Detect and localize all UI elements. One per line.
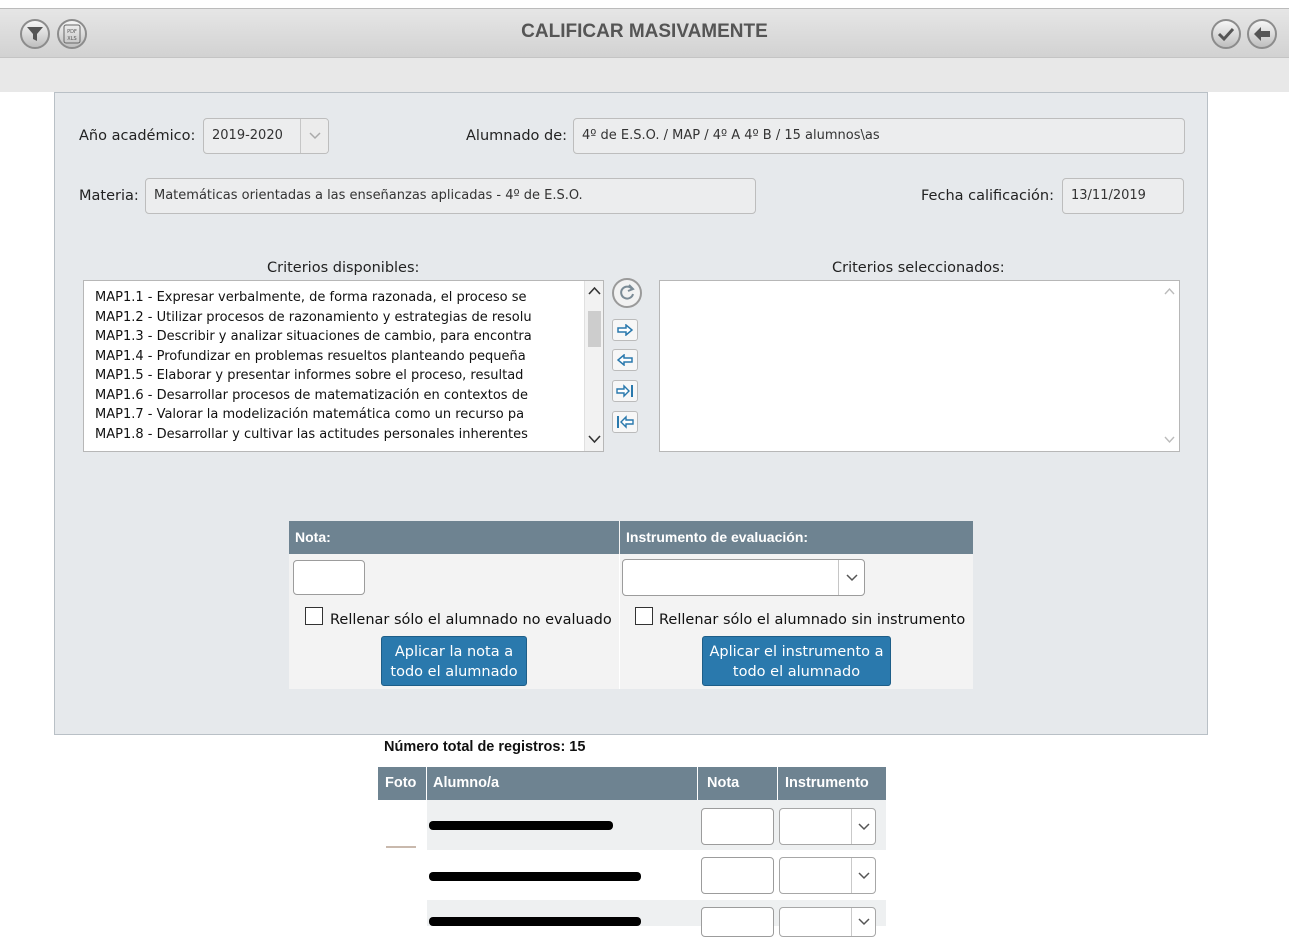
selected-criteria-list[interactable]	[659, 280, 1180, 452]
chevron-down-icon	[851, 809, 875, 844]
students-field: 4º de E.S.O. / MAP / 4º A 4º B / 15 alum…	[573, 118, 1185, 154]
page-title: CALIFICAR MASIVAMENTE	[521, 21, 768, 42]
column-header-photo[interactable]: Foto	[378, 767, 427, 800]
refresh-button[interactable]	[612, 278, 642, 308]
scroll-thumb[interactable]	[588, 311, 601, 347]
students-label: Alumnado de:	[466, 128, 568, 144]
grade-header: Nota:	[289, 521, 619, 554]
instrument-select[interactable]	[779, 857, 876, 894]
grade-input[interactable]	[701, 907, 774, 937]
move-all-right-button[interactable]	[612, 380, 638, 402]
arrow-all-left-icon	[617, 415, 634, 429]
grade-input[interactable]	[701, 808, 774, 845]
redacted-student-name	[429, 872, 641, 881]
scroll-up-icon	[1164, 287, 1175, 295]
toolbar-spacer	[0, 58, 1289, 92]
scroll-down-icon	[1164, 436, 1175, 444]
instrument-select[interactable]	[779, 907, 876, 937]
instrument-select[interactable]	[779, 808, 876, 845]
criteria-list-item[interactable]: MAP1.1 - Expresar verbalmente, de forma …	[84, 288, 603, 308]
instrument-header: Instrumento de evaluación:	[620, 521, 973, 554]
date-label: Fecha calificación:	[921, 188, 1054, 204]
criteria-list-item[interactable]: MAP1.7 - Valorar la modelización matemát…	[84, 405, 603, 425]
redacted-student-name	[429, 917, 641, 926]
criteria-list-item[interactable]: MAP1.8 - Desarrollar y cultivar las acti…	[84, 425, 603, 445]
fill-no-instrument-checkbox[interactable]	[635, 607, 653, 625]
arrow-all-right-icon	[616, 384, 633, 398]
apply-instrument-button[interactable]: Aplicar el instrumento a todo el alumnad…	[702, 636, 891, 686]
chevron-down-icon	[300, 119, 328, 153]
selected-criteria-label: Criterios seleccionados:	[832, 260, 1005, 276]
column-header-student[interactable]: Alumno/a	[427, 767, 698, 800]
redacted-student-name	[429, 821, 613, 830]
criteria-list-item[interactable]: MAP1.2 - Utilizar procesos de razonamien…	[84, 308, 603, 328]
column-header-instrument[interactable]: Instrumento	[778, 767, 886, 800]
available-criteria-scrollbar[interactable]	[584, 281, 603, 451]
accept-button[interactable]	[1211, 19, 1241, 49]
available-criteria-items: MAP1.1 - Expresar verbalmente, de forma …	[84, 281, 603, 444]
check-icon	[1217, 27, 1235, 42]
scroll-up-icon	[588, 286, 601, 295]
criteria-list-item[interactable]: MAP1.3 - Describir y analizar situacione…	[84, 327, 603, 347]
year-value: 2019-2020	[212, 128, 283, 143]
chevron-down-icon	[851, 908, 875, 936]
arrow-right-icon	[617, 324, 633, 336]
move-all-left-button[interactable]	[612, 411, 638, 433]
grade-input[interactable]	[701, 857, 774, 894]
scroll-down-icon	[588, 435, 601, 444]
subject-label: Materia:	[79, 188, 139, 204]
back-arrow-icon	[1254, 27, 1270, 41]
bulk-instrument-select[interactable]	[622, 559, 865, 596]
fill-no-instrument-label: Rellenar sólo el alumnado sin instrument…	[659, 612, 966, 628]
chevron-down-icon	[851, 858, 875, 893]
available-criteria-label: Criterios disponibles:	[267, 260, 420, 276]
column-header-grade[interactable]: Nota	[698, 767, 778, 800]
subject-field: Matemáticas orientadas a las enseñanzas …	[145, 178, 756, 214]
arrow-left-icon	[617, 354, 633, 366]
bulk-grading-form: Nota: Instrumento de evaluación: Rellena…	[289, 521, 973, 689]
criteria-list-item[interactable]: MAP1.4 - Profundizar en problemas resuel…	[84, 347, 603, 367]
available-criteria-list[interactable]: MAP1.1 - Expresar verbalmente, de forma …	[83, 280, 604, 452]
chevron-down-icon	[838, 560, 864, 595]
selected-criteria-scrollbar[interactable]	[1160, 281, 1179, 451]
table-row	[378, 900, 886, 937]
refresh-icon	[620, 284, 635, 300]
year-label: Año académico:	[79, 128, 196, 144]
top-toolbar: PDF XLS CALIFICAR MASIVAMENTE	[0, 8, 1289, 58]
bulk-grade-input[interactable]	[293, 560, 365, 595]
year-select[interactable]: 2019-2020	[203, 118, 329, 154]
date-field[interactable]: 13/11/2019	[1062, 178, 1184, 214]
back-button[interactable]	[1247, 19, 1277, 49]
total-records: Número total de registros: 15	[384, 739, 586, 755]
fill-unrated-label: Rellenar sólo el alumnado no evaluado	[330, 612, 612, 628]
table-row	[378, 800, 886, 850]
criteria-list-item[interactable]: MAP1.5 - Elaborar y presentar informes s…	[84, 366, 603, 386]
table-row	[378, 850, 886, 900]
fill-unrated-checkbox[interactable]	[305, 607, 323, 625]
student-photo	[386, 846, 416, 848]
criteria-list-item[interactable]: MAP1.6 - Desarrollar procesos de matemat…	[84, 386, 603, 406]
move-right-button[interactable]	[612, 319, 638, 341]
apply-grade-button[interactable]: Aplicar la nota a todo el alumnado	[381, 636, 527, 686]
move-left-button[interactable]	[612, 349, 638, 371]
